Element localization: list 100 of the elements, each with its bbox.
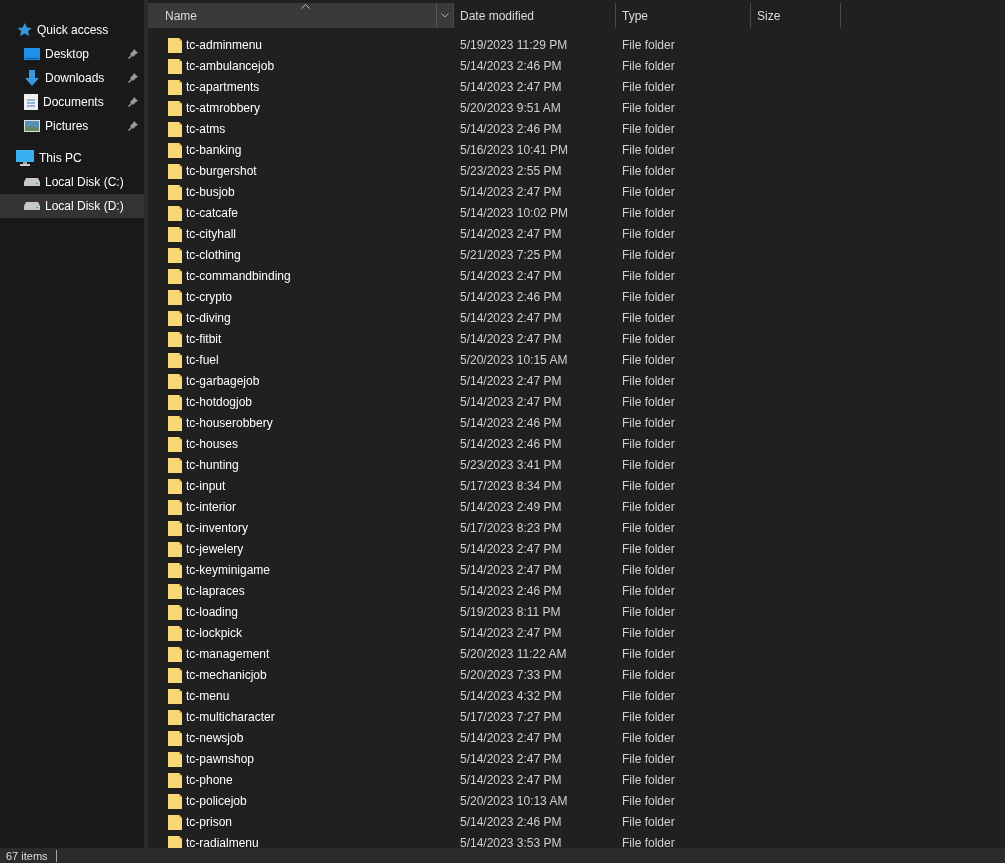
file-name[interactable]: tc-adminmenu [186,37,263,52]
type-cell: File folder [622,289,675,304]
folder-icon [168,330,182,347]
sidebar-item[interactable]: Downloads [0,66,144,90]
file-name[interactable]: tc-phone [186,772,233,787]
type-cell: File folder [622,730,675,745]
date-cell: 5/14/2023 4:32 PM [460,688,562,703]
file-name[interactable]: tc-policejob [186,793,247,808]
type-cell: File folder [622,247,675,262]
folder-icon [168,603,182,620]
date-cell: 5/14/2023 2:47 PM [460,751,562,766]
file-name[interactable]: tc-menu [186,688,230,703]
computer-icon [16,150,34,166]
file-name[interactable]: tc-clothing [186,247,241,262]
folder-icon [168,288,182,305]
type-cell: File folder [622,205,675,220]
file-name[interactable]: tc-crypto [186,289,232,304]
file-name[interactable]: tc-apartments [186,79,260,94]
file-name[interactable]: tc-keyminigame [186,562,271,577]
file-name[interactable]: tc-diving [186,310,231,325]
type-cell: File folder [622,520,675,535]
date-cell: 5/17/2023 7:27 PM [460,709,562,724]
file-name[interactable]: tc-lapraces [186,583,245,598]
type-cell: File folder [622,541,675,556]
file-name[interactable]: tc-mechanicjob [186,667,267,682]
file-name[interactable]: tc-newsjob [186,730,244,745]
file-name[interactable]: tc-prison [186,814,232,829]
sidebar-item[interactable]: Documents [0,90,144,114]
sidebar-item[interactable]: Pictures [0,114,144,138]
folder-icon [168,771,182,788]
folder-icon [168,666,182,683]
file-name[interactable]: tc-cityhall [186,226,236,241]
pin-icon[interactable] [128,73,138,83]
chevron-down-icon[interactable] [441,13,449,18]
file-name[interactable]: tc-loading [186,604,239,619]
folder-icon [168,351,182,368]
folder-icon [168,225,182,242]
folder-icon [168,645,182,662]
type-cell: File folder [622,100,675,115]
file-name[interactable]: tc-banking [186,142,242,157]
date-cell: 5/19/2023 8:11 PM [460,604,561,619]
column-header[interactable]: Name [148,3,454,28]
type-cell: File folder [622,310,675,325]
folder-icon [168,561,182,578]
folder-icon [168,519,182,536]
file-name[interactable]: tc-houserobbery [186,415,273,430]
file-name[interactable]: tc-ambulancejob [186,58,275,73]
type-cell: File folder [622,37,675,52]
file-name[interactable]: tc-input [186,478,226,493]
pin-icon[interactable] [128,97,138,107]
file-name[interactable]: tc-multicharacter [186,709,275,724]
sort-up-icon [300,4,310,9]
file-name[interactable]: tc-jewelery [186,541,244,556]
file-name[interactable]: tc-burgershot [186,163,257,178]
sidebar-item[interactable]: Quick access [0,18,144,42]
type-cell: File folder [622,415,675,430]
file-name[interactable]: tc-inventory [186,520,249,535]
sidebar-item[interactable]: Local Disk (D:) [0,194,144,218]
date-cell: 5/17/2023 8:23 PM [460,520,562,535]
sidebar-item[interactable]: This PC [0,146,144,170]
pin-icon[interactable] [128,121,138,131]
file-name[interactable]: tc-fitbit [186,331,222,346]
file-name[interactable]: tc-radialmenu [186,835,259,848]
folder-icon [168,204,182,221]
date-cell: 5/14/2023 2:46 PM [460,436,562,451]
date-cell: 5/21/2023 7:25 PM [460,247,562,262]
folder-icon [168,792,182,809]
date-cell: 5/14/2023 2:46 PM [460,583,562,598]
type-cell: File folder [622,394,675,409]
date-cell: 5/20/2023 11:22 AM [460,646,567,661]
file-name[interactable]: tc-houses [186,436,239,451]
file-name[interactable]: tc-management [186,646,270,661]
file-name[interactable]: tc-busjob [186,184,235,199]
file-name[interactable]: tc-hunting [186,457,239,472]
date-cell: 5/23/2023 3:41 PM [460,457,562,472]
type-cell: File folder [622,835,675,848]
date-cell: 5/14/2023 2:47 PM [460,226,562,241]
type-cell: File folder [622,772,675,787]
folder-icon [168,456,182,473]
file-name[interactable]: tc-lockpick [186,625,242,640]
file-name[interactable]: tc-pawnshop [186,751,255,766]
file-name[interactable]: tc-interior [186,499,236,514]
file-name[interactable]: tc-fuel [186,352,219,367]
file-name[interactable]: tc-commandbinding [186,268,291,283]
folder-icon [168,78,182,95]
file-name[interactable]: tc-catcafe [186,205,239,220]
folder-icon [168,477,182,494]
sidebar-item[interactable]: Local Disk (C:) [0,170,144,194]
file-name[interactable]: tc-atms [186,121,226,136]
file-name[interactable]: tc-garbagejob [186,373,260,388]
date-cell: 5/14/2023 2:46 PM [460,289,562,304]
type-cell: File folder [622,226,675,241]
file-name[interactable]: tc-atmrobbery [186,100,261,115]
file-name[interactable]: tc-hotdogjob [186,394,253,409]
pin-icon[interactable] [128,49,138,59]
date-cell: 5/23/2023 2:55 PM [460,163,562,178]
type-cell: File folder [622,562,675,577]
type-cell: File folder [622,604,675,619]
sidebar-item[interactable]: Desktop [0,42,144,66]
type-cell: File folder [622,436,675,451]
